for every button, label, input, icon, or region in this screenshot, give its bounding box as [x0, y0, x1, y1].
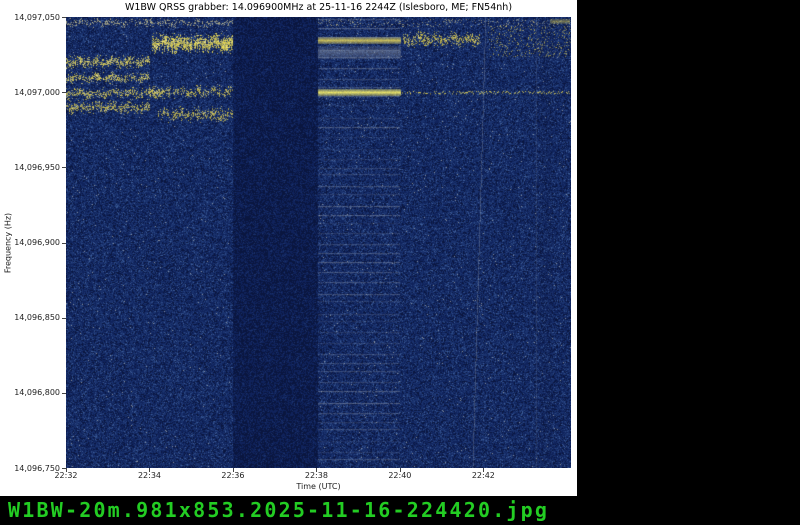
y-tick-mark — [62, 92, 66, 93]
x-tick-mark — [483, 468, 484, 472]
y-tick-mark — [62, 167, 66, 168]
x-tick-mark — [66, 468, 67, 472]
x-tick-mark — [400, 468, 401, 472]
y-tick-label: 14,097,050 — [0, 13, 60, 22]
y-tick-label: 14,096,850 — [0, 313, 60, 322]
x-tick-label: 22:40 — [378, 471, 422, 480]
y-tick-label: 14,096,900 — [0, 238, 60, 247]
x-tick-label: 22:32 — [44, 471, 88, 480]
x-tick-mark — [316, 468, 317, 472]
x-axis-title: Time (UTC) — [66, 482, 571, 491]
x-tick-mark — [149, 468, 150, 472]
x-tick-label: 22:36 — [211, 471, 255, 480]
y-tick-mark — [62, 17, 66, 18]
spectrogram-canvas — [66, 17, 571, 468]
status-bar: W1BW-20m.981x853.2025-11-16-224420.jpg — [0, 496, 800, 525]
y-tick-mark — [62, 318, 66, 319]
spectrogram-card: W1BW QRSS grabber: 14.096900MHz at 25-11… — [0, 0, 577, 496]
y-tick-label: 14,096,800 — [0, 388, 60, 397]
x-tick-mark — [233, 468, 234, 472]
image-filename: W1BW-20m.981x853.2025-11-16-224420.jpg — [8, 498, 549, 522]
y-tick-label: 14,096,950 — [0, 163, 60, 172]
x-tick-label: 22:34 — [127, 471, 171, 480]
chart-title: W1BW QRSS grabber: 14.096900MHz at 25-11… — [66, 2, 571, 13]
y-tick-mark — [62, 393, 66, 394]
x-tick-label: 22:42 — [461, 471, 505, 480]
y-tick-mark — [62, 243, 66, 244]
qrss-grabber-screenshot: W1BW QRSS grabber: 14.096900MHz at 25-11… — [0, 0, 800, 525]
x-tick-label: 22:38 — [294, 471, 338, 480]
y-tick-label: 14,097,000 — [0, 88, 60, 97]
